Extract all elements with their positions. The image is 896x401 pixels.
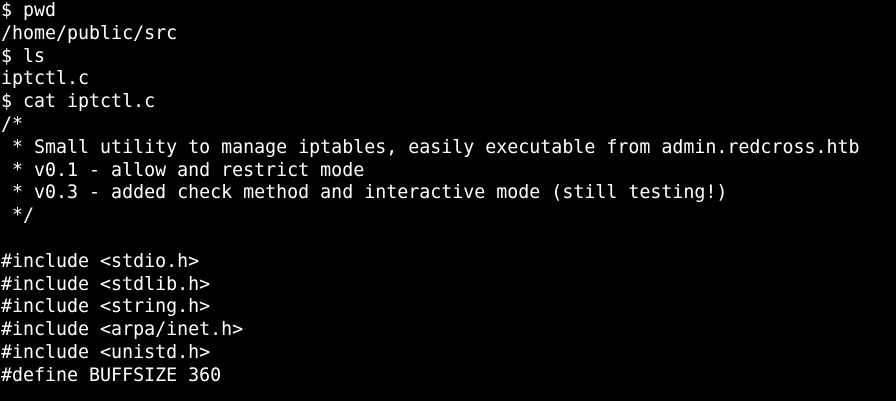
code-line: * Small utility to manage iptables, easi… [1, 136, 860, 158]
prompt-line-pwd: $ pwd [1, 0, 57, 21]
code-line: #include <unistd.h> [1, 341, 211, 363]
code-line: #include <stdlib.h> [1, 273, 211, 295]
output-line-ls: iptctl.c [1, 68, 90, 90]
code-line: #include <arpa/inet.h> [1, 319, 244, 341]
code-line: #define BUFFSIZE 360 [1, 364, 222, 386]
code-line: #include <string.h> [1, 296, 211, 318]
output-line-pwd: /home/public/src [1, 22, 178, 44]
code-line: */ [1, 205, 35, 227]
code-line: * v0.3 - added check method and interact… [1, 182, 728, 204]
terminal-output[interactable]: $ pwd /home/public/src $ ls iptctl.c $ c… [0, 0, 896, 401]
prompt-line-ls: $ ls [1, 45, 46, 67]
code-line: #include <stdio.h> [1, 250, 200, 272]
prompt-line-cat: $ cat iptctl.c [1, 91, 156, 113]
code-line: * v0.1 - allow and restrict mode [1, 159, 365, 181]
code-line: /* [1, 113, 24, 135]
